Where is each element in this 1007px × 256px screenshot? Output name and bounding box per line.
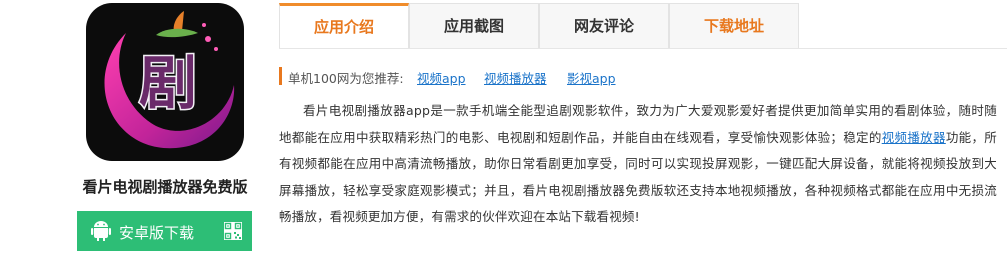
- app-title: 看片电视剧播放器免费版: [82, 178, 248, 196]
- tab-screenshots[interactable]: 应用截图: [409, 3, 539, 48]
- recommend-link-movie-app[interactable]: 影视app: [567, 68, 616, 87]
- tab-bar: 应用介绍 应用截图 网友评论 下载地址: [279, 3, 1007, 49]
- android-download-button[interactable]: 安卓版下载: [77, 211, 252, 251]
- description-link-video-player[interactable]: 视频播放器: [882, 130, 946, 145]
- tab-divider: [279, 48, 1007, 49]
- recommend-link-video-app[interactable]: 视频app: [417, 68, 466, 87]
- recommend-label: 单机100网为您推荐:: [288, 71, 404, 86]
- recommend-accent-bar: [279, 67, 282, 85]
- app-description: 看片电视剧播放器app是一款手机端全能型追剧观影软件，致力为广大爱观影爱好者提供…: [279, 98, 997, 231]
- qr-code-icon[interactable]: [224, 222, 242, 240]
- tab-download-address[interactable]: 下载地址: [669, 3, 799, 48]
- app-icon-glyph: 剧: [139, 49, 197, 117]
- recommend-link-video-player[interactable]: 视频播放器: [484, 68, 547, 87]
- download-label: 安卓版下载: [119, 224, 195, 242]
- eggplant-logo-icon: 剧: [104, 11, 235, 149]
- app-icon[interactable]: 剧: [86, 3, 244, 161]
- android-icon: [91, 221, 111, 241]
- tab-app-intro[interactable]: 应用介绍: [279, 3, 409, 49]
- app-sidebar: 剧 看片电视剧播放器免费版 安卓版下载: [0, 0, 268, 256]
- tab-user-comments[interactable]: 网友评论: [539, 3, 669, 48]
